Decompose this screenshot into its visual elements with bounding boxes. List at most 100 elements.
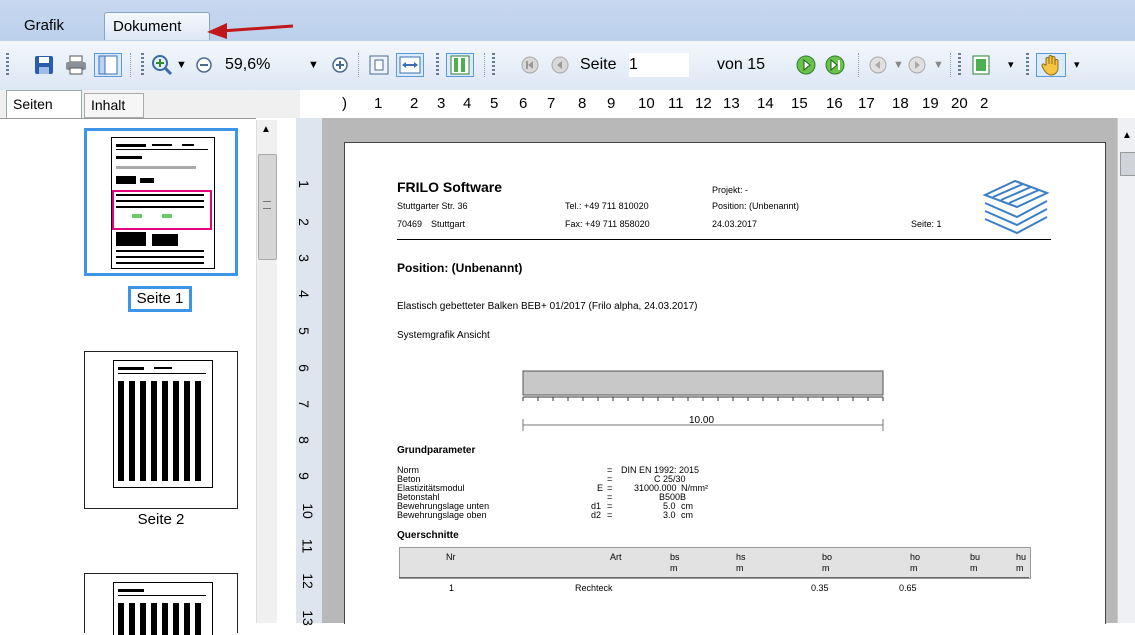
ruler-tick-label: 15 <box>791 95 808 112</box>
toolbar-grip[interactable] <box>492 53 495 77</box>
frilo-logo-icon <box>982 179 1050 235</box>
zoom-out-icon[interactable] <box>192 53 216 77</box>
toolbar-overflow-icon[interactable]: ▾ <box>1074 53 1080 77</box>
fit-page-icon[interactable] <box>366 53 392 77</box>
ruler-tick-label: 2 <box>980 95 989 112</box>
ruler-tick-label: 20 <box>951 95 968 112</box>
toolbar-separator <box>858 53 860 77</box>
ruler-tick-label: 4 <box>295 290 312 298</box>
ruler-tick-label: 6 <box>519 95 528 112</box>
page-count-label: von 15 <box>717 56 766 73</box>
thumbnails-scrollbar[interactable]: ▲ <box>256 120 277 623</box>
ruler-tick-label: 9 <box>607 95 616 112</box>
document-date: 24.03.2017 <box>712 219 758 229</box>
scroll-up-icon[interactable]: ▲ <box>261 124 271 135</box>
company-phone: Tel.: +49 711 810020 <box>565 201 649 211</box>
company-zip: 70469 <box>397 219 423 229</box>
toolbar-grip[interactable] <box>958 53 961 77</box>
history-back-dropdown-icon[interactable]: ▼ <box>893 53 904 77</box>
scrollbar-thumb[interactable] <box>1120 152 1135 176</box>
column-header: bu <box>970 552 981 562</box>
print-icon[interactable] <box>64 53 88 77</box>
ruler-tick-label: 5 <box>295 327 312 335</box>
column-header: Nr <box>446 552 456 562</box>
project-label: Projekt: - <box>712 185 749 195</box>
toolbar-grip[interactable] <box>6 53 9 77</box>
zoom-in-icon[interactable] <box>150 53 174 77</box>
history-back-icon[interactable] <box>867 53 889 77</box>
toolbar-grip[interactable] <box>1026 53 1029 77</box>
company-city: Stuttgart <box>431 219 466 229</box>
first-page-icon[interactable] <box>519 53 541 77</box>
thumbnail-panel-toggle-icon[interactable] <box>94 53 122 77</box>
next-page-icon[interactable] <box>795 53 817 77</box>
hand-tool-icon[interactable] <box>1036 53 1066 77</box>
tab-dokument[interactable]: Dokument <box>104 12 210 40</box>
scroll-up-icon[interactable]: ▲ <box>1122 130 1132 141</box>
ribbon-tab-bar: Grafik Dokument <box>0 0 1135 42</box>
page-2-preview <box>113 360 213 488</box>
basic-parameters-title: Grundparameter <box>397 445 476 456</box>
current-page-field[interactable]: 1 <box>629 53 689 77</box>
zoom-level-field[interactable]: 59,6% <box>225 53 299 77</box>
cross-section-table-header: Nr Art bs m hs m bo m ho m bu m hu m <box>399 547 1031 579</box>
red-arrow-annotation <box>207 23 294 39</box>
column-unit: m <box>970 563 978 573</box>
history-forward-dropdown-icon[interactable]: ▼ <box>933 53 944 77</box>
zoom-plus-icon[interactable] <box>328 53 352 77</box>
page-1-preview <box>111 137 215 269</box>
toolbar-grip[interactable] <box>436 53 439 77</box>
scrollbar-thumb[interactable] <box>258 154 277 260</box>
page-label: Seite <box>580 56 617 73</box>
toolbar-separator <box>950 53 952 77</box>
column-header: Art <box>610 552 622 562</box>
column-header: hs <box>736 552 746 562</box>
thumbnail-page-2[interactable] <box>84 351 238 509</box>
document-page: FRILO Software Stuttgarter Str. 36 70469… <box>344 142 1106 624</box>
toolbar-overflow-icon[interactable]: ▾ <box>1008 53 1014 77</box>
ruler-tick-label: 8 <box>295 436 312 444</box>
thumbnail-label-page-2[interactable]: Seite 2 <box>84 511 238 531</box>
last-page-icon[interactable] <box>824 53 846 77</box>
history-forward-icon[interactable] <box>906 53 928 77</box>
toolbar-grip[interactable] <box>141 53 144 77</box>
fit-width-icon[interactable] <box>396 53 424 77</box>
ruler-tick-label: 7 <box>295 400 312 408</box>
company-name: FRILO Software <box>397 179 503 195</box>
tab-seiten[interactable]: Seiten <box>6 90 82 118</box>
param-symbol: E <box>597 483 604 493</box>
ruler-tick-label: 2 <box>295 218 312 226</box>
document-scrollbar[interactable]: ▲ <box>1117 118 1135 623</box>
ruler-tick-label: 13 <box>723 95 740 112</box>
ruler-tick-label: 4 <box>463 95 472 112</box>
previous-page-icon[interactable] <box>549 53 571 77</box>
single-page-view-icon[interactable] <box>968 53 994 77</box>
ruler-tick-label: ) <box>342 95 347 112</box>
zoom-dropdown-chevron-icon[interactable]: ▼ <box>308 53 319 77</box>
column-header: ho <box>910 552 921 562</box>
ruler-tick-label: 3 <box>295 254 312 262</box>
tab-grafik[interactable]: Grafik <box>16 12 88 40</box>
save-icon[interactable] <box>32 53 56 77</box>
ruler-tick-label: 17 <box>858 95 875 112</box>
chevron-down-icon[interactable]: ▼ <box>176 53 187 77</box>
ruler-tick-label: 1 <box>295 180 312 188</box>
toolbar-separator <box>358 53 360 77</box>
company-fax: Fax: +49 711 858020 <box>565 219 650 229</box>
thumbnail-page-3[interactable] <box>84 573 238 635</box>
ruler-tick-label: 11 <box>299 538 316 554</box>
cell-nr: 1 <box>449 583 455 593</box>
program-description: Elastisch gebetteter Balken BEB+ 01/2017… <box>397 301 698 312</box>
thumbnail-label-page-1[interactable]: Seite 1 <box>128 286 192 312</box>
ruler-tick-label: 1 <box>374 95 383 112</box>
thumbnail-page-1[interactable] <box>84 128 238 276</box>
vertical-ruler: 1 2 3 4 5 6 7 8 9 10 11 12 13 <box>295 118 322 626</box>
ruler-tick-label: 2 <box>410 95 419 112</box>
ruler-tick-label: 8 <box>578 95 587 112</box>
horizontal-ruler: ) 1 2 3 4 5 6 7 8 9 10 11 12 13 14 15 16 17 18 19 20 2 <box>300 90 1135 118</box>
ruler-tick-label: 10 <box>299 503 316 519</box>
tab-inhalt[interactable]: Inhalt <box>84 93 144 118</box>
param-value: 3.0 <box>663 510 676 520</box>
company-address: Stuttgarter Str. 36 <box>397 201 468 211</box>
continuous-view-icon[interactable] <box>446 53 474 77</box>
